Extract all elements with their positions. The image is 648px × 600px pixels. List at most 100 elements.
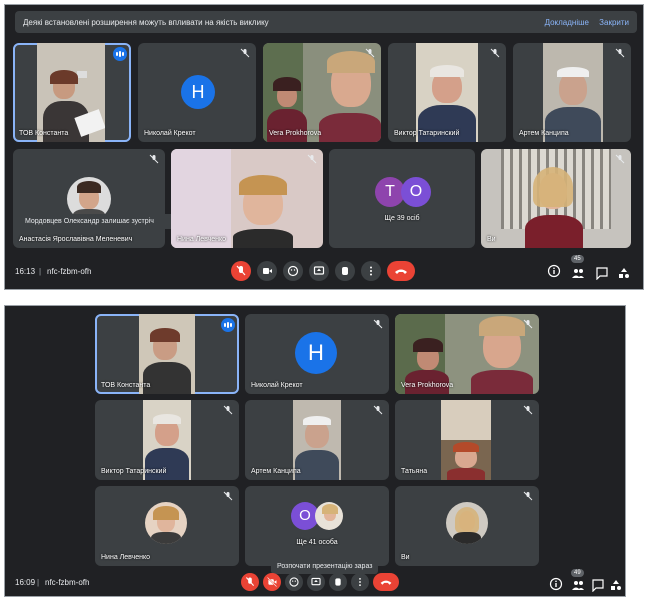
camera-toggle-button[interactable] [257,261,277,281]
mic-off-icon [365,48,375,58]
participant-video [37,43,105,142]
participant-name: ТОВ Константа [101,382,151,389]
participant-name: Нина Левченко [177,236,226,243]
participant-hair [153,506,179,520]
mic-off-icon [523,319,533,329]
participant-name: Виктор Татаринский [394,130,460,137]
activities-button[interactable] [609,578,623,592]
emoji-icon [289,577,299,587]
hang-up-icon [380,580,392,585]
participant-tile[interactable]: Н Николай Крекот [245,314,389,394]
learn-more-link[interactable]: Докладніше [545,18,589,27]
raise-hand-button[interactable] [335,261,355,281]
emoji-icon [287,265,299,277]
reactions-button[interactable] [285,573,303,591]
present-button[interactable] [309,261,329,281]
participant-tile[interactable]: ТОВ Константа [13,43,131,142]
participant-tile[interactable]: Татьяна [395,400,539,480]
wallpaper [171,149,231,248]
separator: | [37,578,40,587]
participant-body [143,362,191,394]
participant-hair [479,316,525,336]
meeting-info-button[interactable] [547,264,561,278]
people-button[interactable] [571,578,585,592]
chat-button[interactable] [591,578,605,592]
mic-off-icon [223,405,233,415]
camera-icon [263,268,272,274]
participant-body [295,450,339,480]
meeting-info-button[interactable] [549,577,563,591]
speaking-icon [221,318,235,332]
present-button[interactable] [307,573,325,591]
info-icon [547,264,561,278]
reactions-button[interactable] [283,261,303,281]
more-options-button[interactable] [361,261,381,281]
more-participants-tile[interactable]: О Ще 41 особа [245,486,389,566]
separator: | [39,267,42,276]
participant-tile[interactable]: Анастасія Ярославівна Меленевич [13,149,165,248]
people-button[interactable] [571,266,585,280]
participant-tile[interactable]: ТОВ Константа [95,314,239,394]
participant-name: Артем Канципа [251,468,301,475]
mic-toggle-button[interactable] [231,261,251,281]
participant-tile[interactable]: Ви [481,149,631,248]
leave-call-button[interactable] [387,261,415,281]
participant-name: Vera Prokhorova [401,382,454,389]
people-count-badge: 45 [571,255,584,263]
participant-tile[interactable]: Н Николай Крекот [138,43,256,142]
participant-tile[interactable]: Нина Левченко [95,486,239,566]
close-banner-link[interactable]: Закрити [599,18,629,27]
participant-hair [273,77,301,91]
participant-name: Ви [487,236,496,243]
activities-button[interactable] [617,266,631,280]
mic-off-icon [223,491,233,501]
participant-tile[interactable]: Виктор Татаринский [388,43,506,142]
mic-off-icon [236,265,246,276]
raise-hand-button[interactable] [329,573,347,591]
mic-off-icon [245,577,255,586]
more-options-icon [359,577,361,587]
participant-hair [50,70,78,84]
chat-button[interactable] [595,266,609,280]
mic-off-icon [149,154,159,164]
participant-name: ТОВ Константа [19,130,69,137]
mic-off-icon [523,491,533,501]
leave-notification: Мордовцев Олександр залишає зустріч [19,214,179,229]
raise-hand-icon [335,578,341,586]
participant-hair [453,442,479,452]
participant-hair [153,414,181,424]
participant-tile[interactable]: Vera Prokhorova [395,314,539,394]
leave-call-button[interactable] [373,573,399,591]
raise-hand-icon [342,267,348,275]
activities-icon [611,580,621,590]
participant-tile[interactable]: Ви [395,486,539,566]
participant-hair [150,328,180,342]
meeting-toolbar: 16:13 | nfc-fzbm-ofh 45 [5,255,643,287]
hang-up-icon [395,269,407,274]
more-participants-tile[interactable]: Т О Ще 39 осіб [329,149,475,248]
participant-body [447,468,485,480]
participant-tile[interactable]: Виктор Татаринский [95,400,239,480]
participant-body [233,229,293,248]
participant-tile[interactable]: Vera Prokhorova [263,43,381,142]
participant-hair [430,65,464,77]
activities-icon [619,268,629,278]
participant-avatar: Н [295,332,337,374]
participant-body [471,370,533,394]
participant-tile[interactable]: Артем Канципа [513,43,631,142]
participant-tile[interactable]: Артем Канципа [245,400,389,480]
meet-window-bottom: ТОВ Константа Н Николай Крекот Vera Prok… [4,305,626,597]
participant-body [145,448,189,480]
participant-body [525,215,583,248]
participant-name: Нина Левченко [101,554,150,561]
participant-avatar [145,502,187,544]
more-participants-label: Ще 39 осіб [384,215,420,222]
participant-name: Артем Канципа [519,130,569,137]
participant-tile[interactable]: Нина Левченко [171,149,323,248]
participant-hair [413,338,443,352]
participant-hair [557,67,589,77]
camera-toggle-button[interactable] [263,573,281,591]
mic-toggle-button[interactable] [241,573,259,591]
more-options-button[interactable] [351,573,369,591]
more-options-icon [370,266,372,276]
